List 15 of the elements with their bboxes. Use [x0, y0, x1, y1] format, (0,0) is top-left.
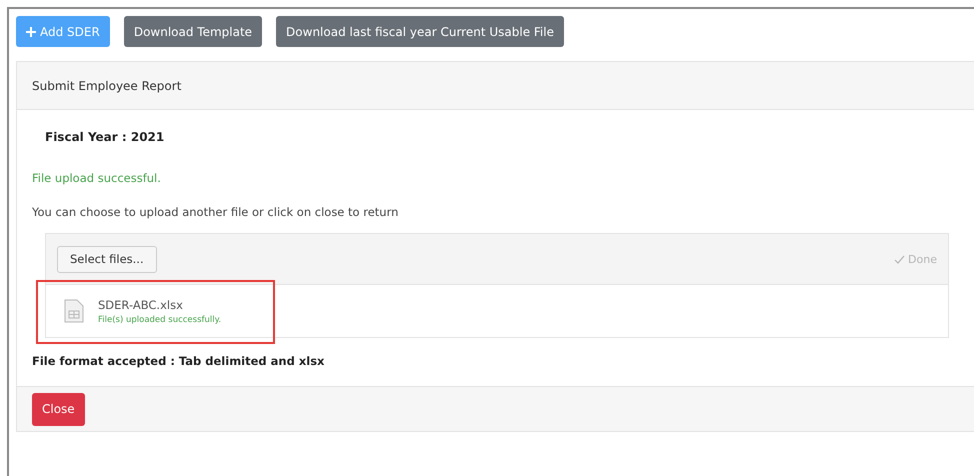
select-files-button[interactable]: Select files...: [57, 246, 157, 272]
download-button[interactable]: Download Template: [124, 16, 262, 47]
plus-icon: [26, 26, 36, 36]
file-name: SDER-ABC.xlsx: [98, 298, 184, 312]
instruction-text: You can choose to upload another file or click on close to return: [32, 205, 400, 219]
success-message: File upload successful.: [32, 171, 162, 185]
file-format-note: File format accepted : Tab delimited and xlsx: [32, 354, 326, 368]
check-icon: [894, 254, 906, 264]
fiscal-year-label: Fiscal Year : 2021: [44, 130, 166, 144]
spreadsheet-file-icon: [64, 299, 84, 323]
panel-title: Submit Employee Report: [17, 62, 974, 110]
close-button[interactable]: Close: [32, 392, 85, 426]
file-status: File(s) uploaded successfully.: [98, 314, 222, 324]
download-button[interactable]: Download last fiscal year Current Usable File: [276, 16, 564, 47]
add-button[interactable]: Add SDER: [16, 16, 110, 47]
